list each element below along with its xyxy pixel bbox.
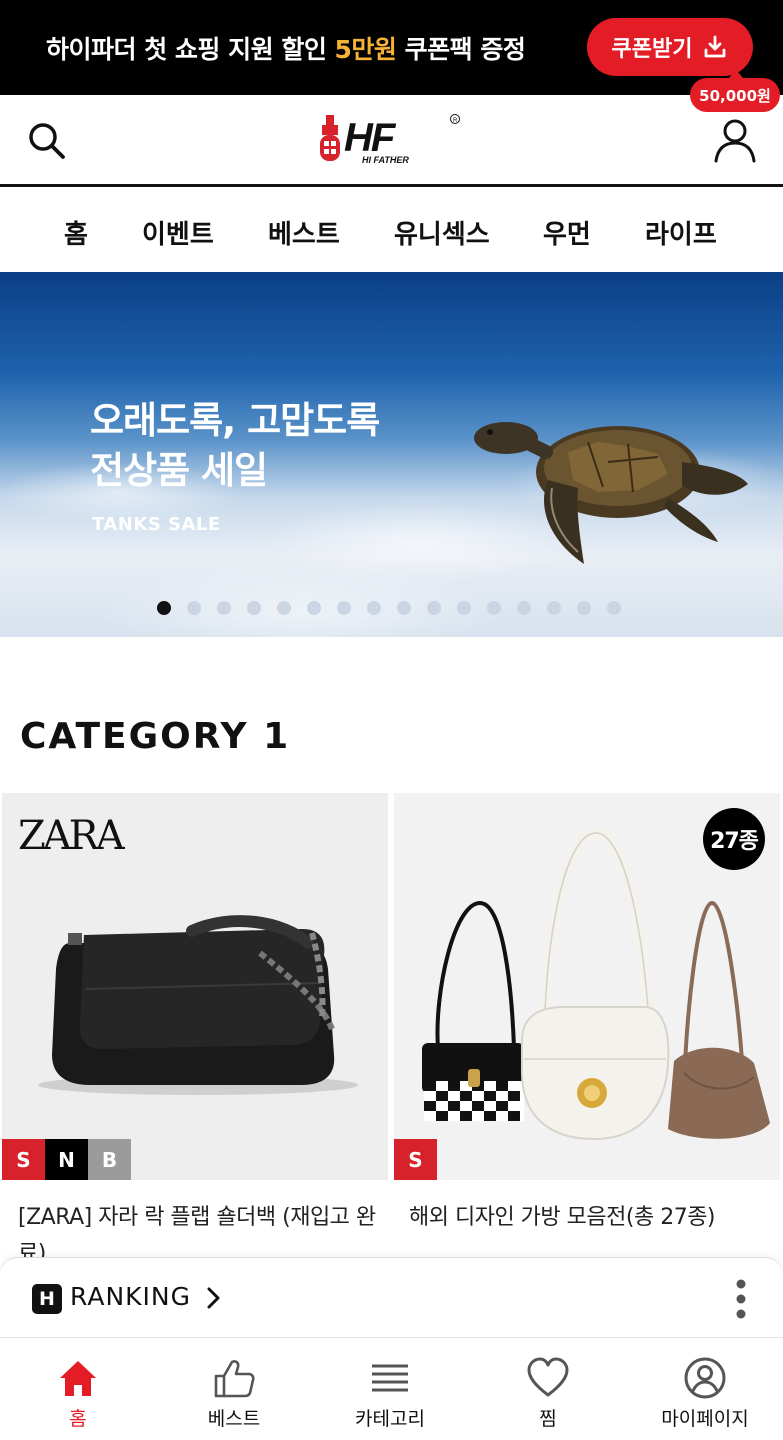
banner-dot[interactable]: [547, 601, 561, 615]
promo-text-before: 하이파더 첫 쇼핑 지원 할인: [46, 35, 335, 64]
banner-subtitle: TANKS SALE: [92, 514, 221, 535]
category-title: CATEGORY 1: [20, 716, 291, 757]
logo-text: HF: [344, 116, 397, 160]
ranking-bar[interactable]: H RANKING: [0, 1257, 783, 1337]
brand-logo[interactable]: HF HI FATHER R: [318, 111, 464, 167]
banner-pagination: [157, 601, 621, 615]
menu-icon: [372, 1364, 408, 1392]
main-nav: 홈 이벤트 베스트 유니섹스 우먼 라이프: [0, 190, 783, 272]
banner-dot[interactable]: [367, 601, 381, 615]
coupon-download-button[interactable]: 쿠폰받기: [587, 18, 753, 76]
banner-dot[interactable]: [277, 601, 291, 615]
tab-home[interactable]: 홈: [0, 1338, 156, 1440]
nav-item-event[interactable]: 이벤트: [142, 214, 214, 251]
product-card-2[interactable]: 27종 S: [394, 793, 780, 1180]
brand-logo-zara: ZARA: [18, 813, 125, 859]
user-circle-icon: [684, 1357, 726, 1399]
tab-category[interactable]: 카테고리: [312, 1338, 468, 1440]
tag-b: B: [88, 1139, 131, 1180]
tab-best[interactable]: 베스트: [156, 1338, 312, 1440]
user-icon[interactable]: [712, 117, 758, 163]
banner-dot[interactable]: [427, 601, 441, 615]
banner-dot[interactable]: [307, 601, 321, 615]
banner-dot[interactable]: [517, 601, 531, 615]
ranking-label: RANKING: [70, 1282, 192, 1311]
banner-dot[interactable]: [217, 601, 231, 615]
product-tags: S N B: [2, 1139, 131, 1180]
hero-banner[interactable]: 오래도록, 고맙도록 전상품 세일 TANKS SALE: [0, 272, 783, 637]
nav-item-best[interactable]: 베스트: [268, 214, 340, 251]
nav-item-women[interactable]: 우먼: [543, 214, 591, 251]
nav-item-home[interactable]: 홈: [64, 214, 88, 251]
logo-subtext: HI FATHER: [362, 155, 409, 165]
promo-text: 하이파더 첫 쇼핑 지원 할인 5만원 쿠폰팩 증정: [46, 30, 526, 66]
heart-icon: [527, 1357, 569, 1397]
nav-item-life[interactable]: 라이프: [645, 214, 717, 251]
more-vertical-icon[interactable]: [735, 1278, 747, 1320]
banner-dot[interactable]: [577, 601, 591, 615]
banner-dot[interactable]: [607, 601, 621, 615]
tab-wishlist[interactable]: 찜: [470, 1338, 626, 1440]
banner-dot[interactable]: [187, 601, 201, 615]
home-icon: [60, 1361, 96, 1396]
banner-dot[interactable]: [247, 601, 261, 615]
tab-label: 카테고리: [355, 1408, 425, 1430]
download-icon: [705, 35, 726, 58]
svg-text:R: R: [453, 118, 458, 124]
count-badge: 27종: [703, 808, 765, 870]
tag-s: S: [2, 1139, 45, 1180]
banner-title: 오래도록, 고맙도록 전상품 세일: [90, 399, 380, 492]
nav-item-unisex[interactable]: 유니섹스: [394, 214, 490, 251]
tab-label: 홈: [69, 1408, 87, 1430]
banner-dot[interactable]: [397, 601, 411, 615]
banner-dot[interactable]: [457, 601, 471, 615]
hifather-logo-icon: HF HI FATHER R: [320, 114, 460, 165]
promo-bar: 하이파더 첫 쇼핑 지원 할인 5만원 쿠폰팩 증정 쿠폰받기: [0, 0, 783, 95]
tab-mypage[interactable]: 마이페이지: [627, 1338, 783, 1440]
product-tags: S: [394, 1139, 437, 1180]
sea-turtle-image: [474, 422, 748, 564]
bottom-tab-bar: 홈 베스트 카테고리 찜 마이페이지: [0, 1337, 783, 1440]
tag-s: S: [394, 1139, 437, 1180]
tag-n: N: [45, 1139, 88, 1180]
promo-highlight: 5만원: [334, 35, 397, 64]
search-icon[interactable]: [26, 120, 66, 160]
product-card-1[interactable]: ZARA S N B: [2, 793, 388, 1180]
coupon-button-label: 쿠폰받기: [611, 37, 693, 62]
chevron-right-icon: [207, 1287, 220, 1309]
ranking-h-badge: H: [32, 1284, 62, 1314]
points-badge[interactable]: 50,000원: [690, 70, 780, 112]
site-header: HF HI FATHER R: [0, 95, 783, 187]
product-name-2[interactable]: 해외 디자인 가방 모음전(총 27종): [409, 1200, 769, 1236]
tab-label: 베스트: [207, 1408, 261, 1430]
tab-label: 찜: [539, 1408, 557, 1430]
promo-text-after: 쿠폰팩 증정: [396, 35, 526, 64]
banner-dot[interactable]: [337, 601, 351, 615]
tab-label: 마이페이지: [661, 1408, 749, 1430]
thumbs-up-icon: [214, 1360, 255, 1398]
banner-dot[interactable]: [487, 601, 501, 615]
banner-dot[interactable]: [157, 601, 171, 615]
